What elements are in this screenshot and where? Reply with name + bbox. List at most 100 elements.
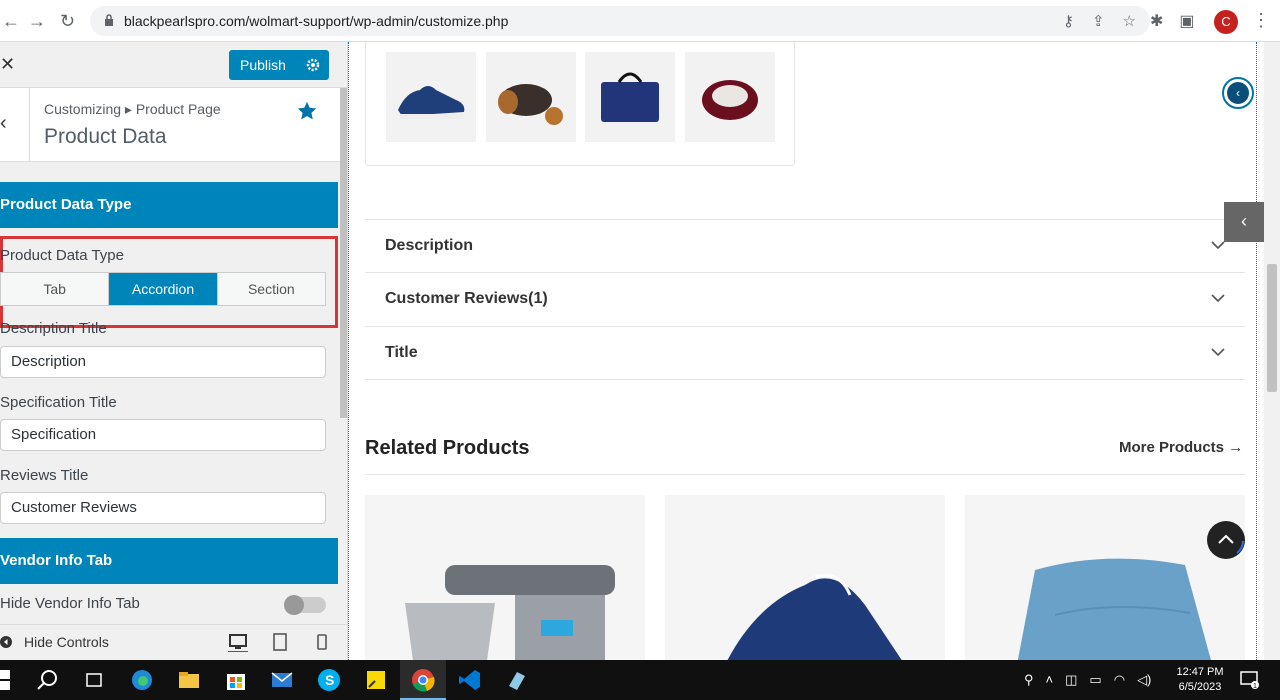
customizer-sidebar: ✕ Publish ‹ Customizing ▸ Product Page P…	[0, 42, 348, 660]
publish-button[interactable]: Publish	[229, 50, 329, 80]
sticky-notes-icon[interactable]	[364, 668, 388, 692]
mobile-icon[interactable]	[312, 632, 332, 652]
slider-prev-button[interactable]: ‹	[1222, 77, 1254, 109]
svg-text:S: S	[325, 672, 334, 688]
thumb-pet-bed[interactable]	[685, 52, 775, 142]
store-icon[interactable]	[224, 668, 248, 692]
hide-vendor-info-label: Hide Vendor Info Tab	[0, 595, 140, 612]
volume-icon[interactable]: ◁)	[1137, 672, 1151, 688]
thumb-sneaker[interactable]	[386, 52, 476, 142]
accordion-title-item[interactable]: Title	[365, 326, 1245, 380]
lock-icon	[105, 14, 113, 26]
accordion-title: Title	[385, 344, 418, 361]
description-title-label: Description Title	[0, 320, 107, 337]
segment-accordion[interactable]: Accordion	[109, 273, 218, 305]
forward-arrow-icon[interactable]: →	[28, 11, 46, 31]
accordion-customer-reviews[interactable]: Customer Reviews(1)	[365, 272, 1245, 326]
meet-now-icon[interactable]: ◫	[1065, 672, 1077, 688]
hide-controls-label: Hide Controls	[24, 634, 109, 650]
share-icon[interactable]: ⇪	[1092, 12, 1105, 30]
gear-icon[interactable]	[305, 57, 321, 73]
edge-icon[interactable]	[130, 668, 154, 692]
specification-title-label: Specification Title	[0, 394, 117, 411]
customizer-footer: Hide Controls	[0, 624, 347, 660]
extensions-icon[interactable]: ✱	[1150, 11, 1163, 31]
related-products-heading: Related Products	[365, 437, 530, 459]
specification-title-input[interactable]: Specification	[0, 419, 326, 451]
product-data-type-segmented: Tab Accordion Section	[0, 272, 326, 306]
chevron-down-icon	[1211, 348, 1225, 357]
star-icon[interactable]	[296, 100, 318, 122]
accordion-title: Customer Reviews(1)	[385, 290, 548, 307]
sidebar-scrollbar[interactable]	[340, 88, 347, 418]
tablet-icon[interactable]	[270, 632, 290, 652]
skype-icon[interactable]: S	[317, 668, 341, 692]
product-card-blue-towel[interactable]	[965, 495, 1245, 660]
chevron-left-icon: ‹	[1227, 82, 1249, 104]
reviews-title-input[interactable]: Customer Reviews	[0, 492, 326, 524]
product-gallery-thumbnails	[365, 42, 795, 166]
thumb-laptop-bag[interactable]	[585, 52, 675, 142]
browser-toolbar: ← → ↻ blackpearlspro.com/wolmart-support…	[0, 0, 1280, 42]
menu-kebab-icon[interactable]: ⋮	[1252, 10, 1270, 31]
vscode-icon[interactable]	[458, 668, 482, 692]
task-view-icon[interactable]	[82, 668, 106, 692]
hide-vendor-info-toggle[interactable]	[284, 595, 326, 615]
chevron-down-icon	[1211, 294, 1225, 303]
page-scrollbar[interactable]	[1264, 42, 1280, 660]
wifi-icon[interactable]: ◠	[1114, 672, 1125, 688]
product-data-type-label: Product Data Type	[0, 247, 124, 264]
windows-start-icon[interactable]	[0, 668, 24, 692]
reload-icon[interactable]: ↻	[60, 11, 75, 31]
thumb-duffel-bag[interactable]	[486, 52, 576, 142]
clock-date: 6/5/2023	[1178, 681, 1222, 693]
mail-icon[interactable]	[270, 668, 294, 692]
system-clock[interactable]: 12:47 PM 6/5/2023	[1172, 665, 1228, 695]
toggle-knob	[284, 595, 304, 615]
close-icon[interactable]: ✕	[0, 54, 28, 75]
profile-avatar[interactable]: C	[1214, 10, 1238, 34]
bookmark-star-icon[interactable]: ☆	[1123, 12, 1136, 30]
file-explorer-icon[interactable]	[177, 668, 201, 692]
side-panel-toggle[interactable]: ‹	[1224, 202, 1264, 242]
panel-header: ‹ Customizing ▸ Product Page Product Dat…	[0, 88, 340, 162]
more-products-link[interactable]: More Products →	[1119, 439, 1243, 456]
notification-icon[interactable]: 1	[1240, 671, 1260, 689]
address-bar[interactable]: blackpearlspro.com/wolmart-support/wp-ad…	[90, 6, 1150, 36]
chevron-down-icon	[1211, 241, 1225, 250]
page-scroll-thumb[interactable]	[1267, 264, 1277, 392]
app-icon[interactable]	[505, 668, 529, 692]
preview-frame: Description Customer Reviews(1) Title Re…	[348, 42, 1260, 660]
panel-title: Product Data	[44, 125, 167, 148]
collapse-icon	[0, 636, 12, 648]
hide-controls-button[interactable]: Hide Controls	[0, 634, 109, 650]
more-products-label: More Products	[1119, 439, 1225, 456]
segment-tab[interactable]: Tab	[1, 273, 110, 305]
chrome-icon[interactable]	[411, 668, 435, 692]
search-icon[interactable]	[36, 668, 60, 692]
side-panel-icon[interactable]: ▣	[1179, 11, 1194, 31]
key-icon[interactable]: ⚷	[1063, 12, 1074, 30]
segment-section[interactable]: Section	[218, 273, 325, 305]
notification-count: 1	[1253, 683, 1257, 689]
battery-icon[interactable]: ▭	[1089, 672, 1101, 688]
publish-label: Publish	[240, 57, 286, 73]
breadcrumb: Customizing ▸ Product Page	[44, 101, 221, 117]
scroll-to-top-button[interactable]	[1207, 521, 1245, 559]
product-card-stand-mixer[interactable]	[365, 495, 645, 660]
section-vendor-info-tab: Vendor Info Tab	[0, 538, 338, 584]
back-arrow-icon[interactable]: ←	[2, 11, 20, 31]
people-icon[interactable]: ⚲	[1024, 672, 1034, 688]
clock-time: 12:47 PM	[1176, 666, 1224, 678]
customizer-header: ✕ Publish	[0, 42, 347, 88]
section-product-data-type: Product Data Type	[0, 182, 338, 228]
divider	[365, 474, 1245, 475]
chevron-up-icon[interactable]: ˄	[1046, 672, 1054, 688]
chevron-left-icon: ‹	[1241, 211, 1247, 231]
accordion-description[interactable]: Description	[365, 219, 1245, 273]
desktop-icon[interactable]	[228, 632, 248, 652]
product-card-blue-sneaker[interactable]	[665, 495, 945, 660]
description-title-input[interactable]: Description	[0, 346, 326, 378]
back-chevron-icon[interactable]: ‹	[0, 88, 30, 162]
url-text[interactable]: blackpearlspro.com/wolmart-support/wp-ad…	[124, 13, 508, 29]
